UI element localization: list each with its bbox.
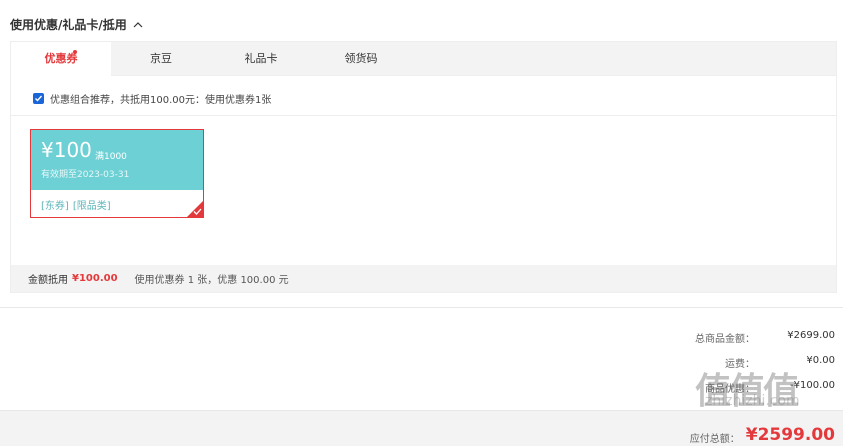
tab-label: 礼品卡 [244,52,278,65]
summary-label: 总商品金额： [695,334,755,345]
section-title-text: 使用优惠/礼品卡/抵用 [10,18,127,32]
tab-label: 京豆 [150,52,172,65]
coupon-header: ¥100 满1000 有效期至2023-03-31 [31,130,203,190]
total-value: ¥2599.00 [745,425,835,445]
summary-value: ¥2699.00 [787,330,835,341]
deduction-footer: 金额抵用 ¥100.00 使用优惠券 1 张，优惠 100.00 元 [11,265,836,292]
tab-redeem-code[interactable]: 领货码 [311,42,411,75]
combo-recommend-row[interactable]: 优惠组合推荐，共抵用100.00元：使用优惠券1张 [33,91,271,106]
deduction-amount: ¥100.00 [72,273,118,284]
coupon-tag: [东券] [41,201,69,212]
total-row: 应付总额： ¥2599.00 [690,425,835,445]
total-label: 应付总额： [689,434,740,445]
tab-label: 优惠券 [44,52,78,65]
coupon-tags: [东券] [限品类] [41,197,111,212]
selected-check-icon [193,208,202,215]
combo-checkbox[interactable] [33,93,44,104]
coupon-validity: 有效期至2023-03-31 [41,170,130,180]
total-bar: 应付总额： ¥2599.00 [0,410,843,446]
watermark-url: zhizhizhi.com [705,393,800,409]
coupon-threshold: 满1000 [95,152,127,162]
deduction-note: 使用优惠券 1 张，优惠 100.00 元 [134,275,289,286]
discount-panel: 优惠券 京豆 礼品卡 领货码 优惠组合推荐，共抵用100.00元：使用优惠券1张… [10,41,837,293]
new-dot-icon [73,50,77,54]
summary-row-subtotal: 总商品金额： ¥2699.00 [645,330,835,345]
coupon-card[interactable]: ¥100 满1000 有效期至2023-03-31 [东券] [限品类] [30,129,204,218]
checkmark-icon [35,95,43,102]
deduction-label: 金额抵用 [28,275,68,286]
combo-text: 优惠组合推荐，共抵用100.00元：使用优惠券1张 [50,95,272,106]
coupon-tag: [限品类] [72,201,111,212]
divider [0,307,843,308]
divider [11,115,836,116]
tab-gift-card[interactable]: 礼品卡 [211,42,311,75]
tab-coupons[interactable]: 优惠券 [11,42,111,76]
tab-jingdou[interactable]: 京豆 [111,42,211,75]
tab-label: 领货码 [344,52,378,65]
chevron-up-icon[interactable] [132,19,144,31]
discount-tabs: 优惠券 京豆 礼品卡 领货码 [11,42,836,76]
section-title[interactable]: 使用优惠/礼品卡/抵用 [10,16,144,33]
coupon-amount: ¥100 [41,138,92,162]
